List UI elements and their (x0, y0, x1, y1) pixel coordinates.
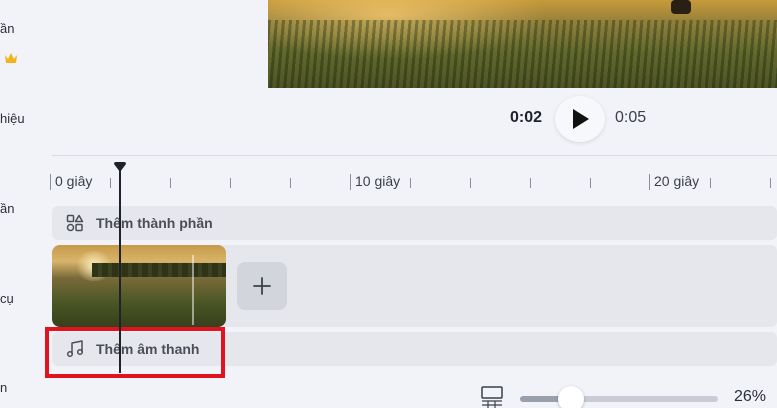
ruler-tick (230, 178, 231, 188)
playback-bar: 0:02 0:05 (0, 96, 777, 142)
clip-seam (192, 255, 194, 325)
ruler-tick (290, 178, 291, 188)
shapes-icon (66, 214, 84, 232)
zoom-slider-thumb[interactable] (558, 386, 585, 408)
add-element-label: Thêm thành phần (96, 215, 213, 231)
play-icon (573, 109, 589, 129)
grid-view-icon[interactable] (481, 386, 503, 408)
add-element-track[interactable]: Thêm thành phần (52, 206, 777, 240)
total-time: 0:05 (615, 109, 647, 126)
ruler-tick (110, 178, 111, 188)
sidebar-item-label[interactable]: ần (0, 21, 14, 36)
ruler-tick (170, 178, 171, 188)
highlight-box (45, 327, 225, 378)
ruler-tick (470, 178, 471, 188)
plus-icon (253, 277, 271, 295)
timeline-ruler[interactable]: 0 giây 10 giây 20 giây (50, 168, 777, 196)
preview-animal (671, 0, 691, 14)
zoom-percentage: 26% (734, 388, 767, 405)
crown-icon (5, 53, 17, 63)
sidebar-item-label[interactable]: ần (0, 201, 14, 216)
ruler-tick (590, 178, 591, 188)
ruler-tick (649, 174, 650, 190)
ruler-tick (710, 178, 711, 188)
ruler-label: 20 giây (654, 173, 700, 189)
video-preview[interactable] (268, 0, 777, 88)
ruler-tick (410, 178, 411, 188)
sidebar-item-label[interactable]: cụ (0, 291, 14, 306)
ruler-tick (50, 174, 51, 190)
video-clip[interactable] (52, 245, 226, 327)
playhead[interactable] (119, 168, 121, 373)
current-time: 0:02 (510, 109, 543, 126)
play-button[interactable] (555, 96, 605, 142)
ruler-tick (350, 174, 351, 190)
timeline-divider (52, 155, 777, 156)
preview-grass (268, 20, 777, 88)
ruler-tick (770, 178, 771, 188)
add-clip-button[interactable] (237, 262, 287, 310)
ruler-tick (530, 178, 531, 188)
ruler-label: 10 giây (355, 173, 401, 189)
left-sidebar: ần hiệu ần cụ n (0, 0, 40, 408)
clip-trees (92, 263, 226, 277)
ruler-label: 0 giây (55, 173, 93, 189)
video-track (52, 245, 777, 327)
zoom-bar: 26% (0, 384, 777, 408)
